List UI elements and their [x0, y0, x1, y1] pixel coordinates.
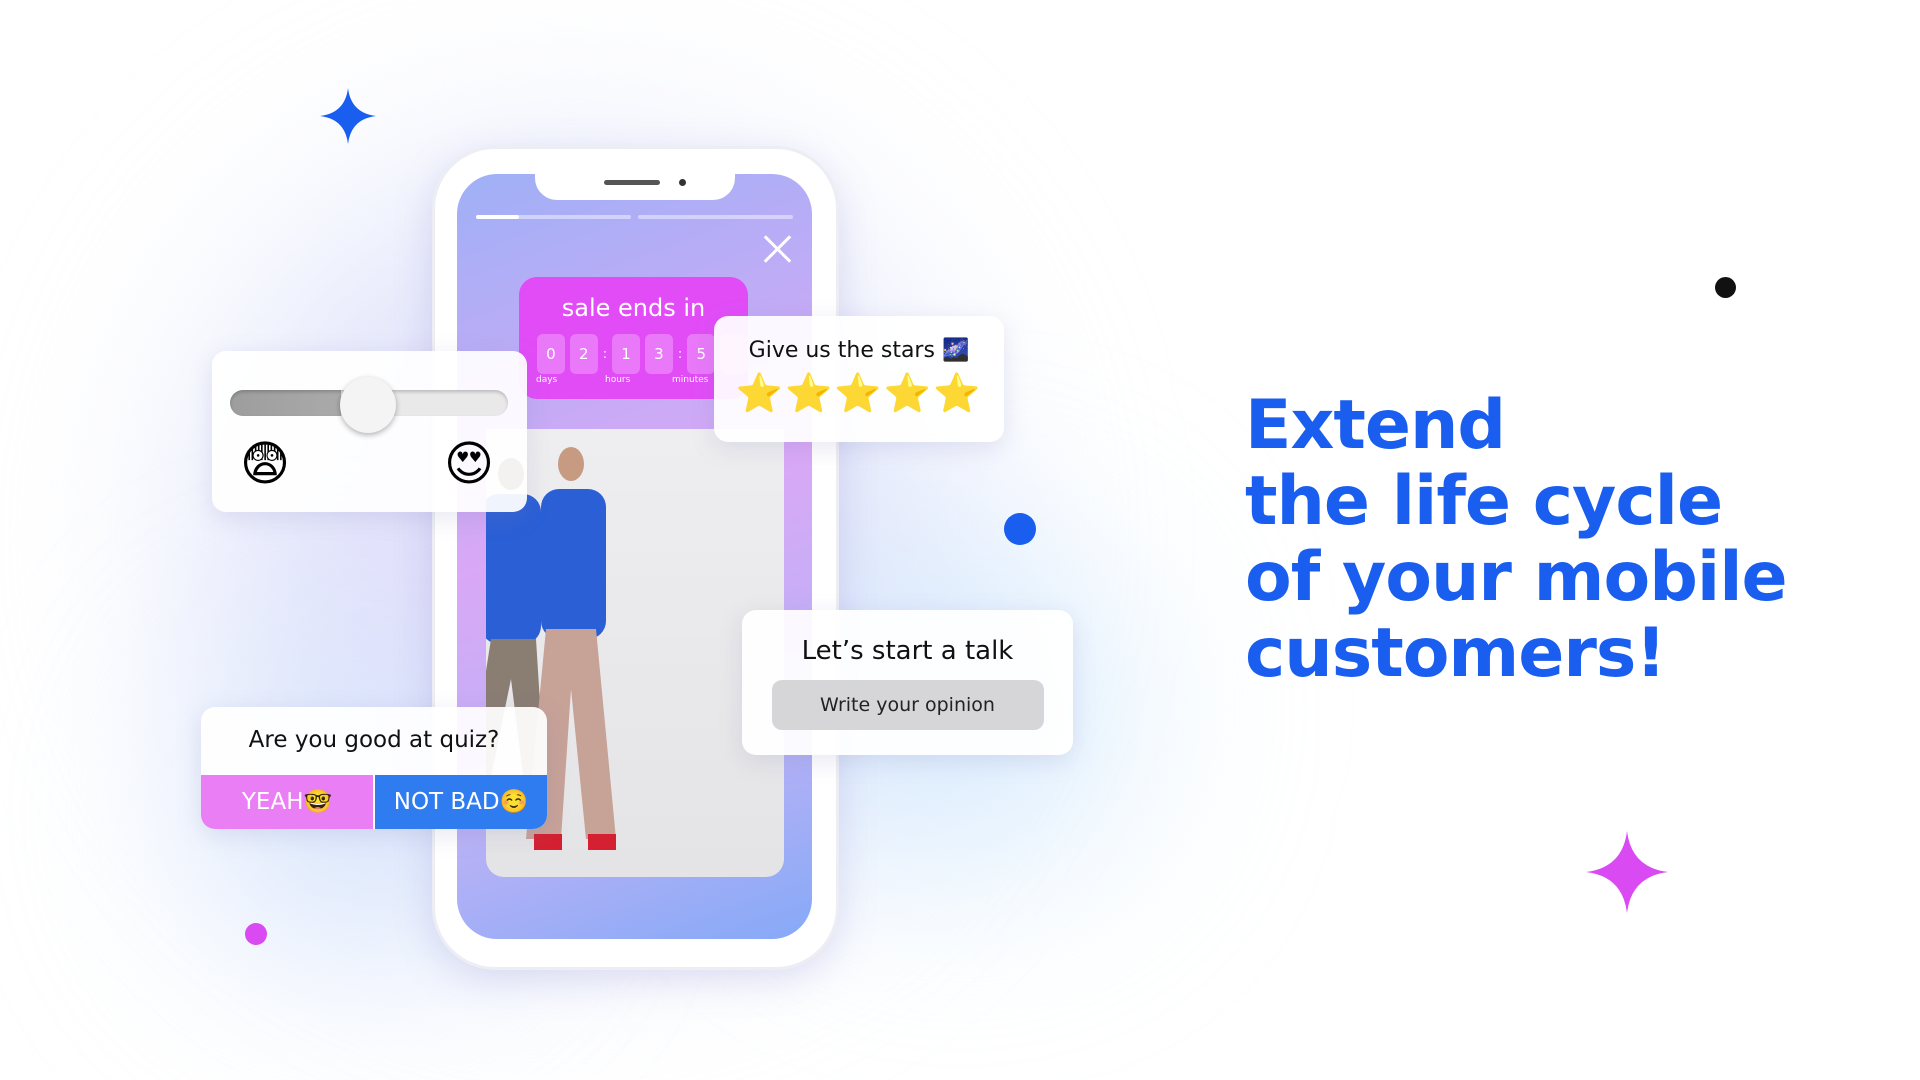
phone-speaker: [604, 180, 660, 185]
quiz-question: Are you good at quiz?: [248, 727, 500, 753]
opinion-input[interactable]: Write your opinion: [771, 680, 1044, 730]
headline-line: of your mobile: [1245, 538, 1788, 617]
phone-camera: [679, 179, 686, 186]
stars-title: Give us the stars: [748, 338, 935, 363]
countdown-digit: 0: [537, 334, 565, 374]
sale-title: sale ends in: [561, 294, 706, 322]
milky-way-icon: 🌌: [941, 338, 970, 363]
blue-sparkle-icon: [320, 88, 376, 144]
close-icon[interactable]: [762, 234, 792, 264]
talk-card: Let’s start a talk Write your opinion: [742, 610, 1073, 755]
phone-notch: [535, 174, 735, 200]
story-progress-2: [638, 215, 793, 219]
countdown-digit: 3: [645, 334, 673, 374]
heart-eyes-emoji: 😍: [444, 436, 495, 492]
quiz-card: Are you good at quiz? YEAH🤓 NOT BAD☺️: [201, 707, 547, 829]
star-2-icon[interactable]: ⭐: [785, 371, 834, 415]
unit-hours: hours: [605, 375, 631, 385]
fearful-emoji: 😨: [240, 436, 291, 492]
star-5-icon[interactable]: ⭐: [933, 371, 982, 415]
pink-sparkle-icon: [1586, 831, 1668, 913]
headline-line: Extend: [1245, 386, 1506, 465]
headline: Extend the life cycle of your mobile cus…: [1245, 386, 1788, 693]
quiz-option-not-bad[interactable]: NOT BAD☺️: [375, 775, 547, 829]
star-rating[interactable]: ⭐⭐⭐⭐⭐: [714, 371, 1004, 416]
unit-minutes: minutes: [672, 375, 709, 385]
emoji-slider-thumb[interactable]: [340, 377, 396, 433]
countdown-digit: 2: [569, 334, 598, 374]
black-dot: [1715, 277, 1736, 298]
story-progress-1: [476, 215, 631, 219]
stars-card: Give us the stars 🌌 ⭐⭐⭐⭐⭐: [714, 316, 1004, 442]
blue-dot: [1004, 513, 1036, 545]
countdown-digit: 5: [687, 334, 716, 374]
unit-days: days: [536, 375, 558, 385]
pink-dot: [245, 923, 267, 945]
headline-line: the life cycle: [1245, 462, 1723, 541]
quiz-option-yeah[interactable]: YEAH🤓: [201, 775, 373, 829]
countdown-digit: 1: [612, 334, 641, 374]
star-4-icon[interactable]: ⭐: [884, 371, 933, 415]
talk-title: Let’s start a talk: [801, 636, 1014, 666]
headline-line: customers!: [1245, 614, 1666, 693]
star-1-icon[interactable]: ⭐: [736, 371, 785, 415]
star-3-icon[interactable]: ⭐: [834, 371, 883, 415]
